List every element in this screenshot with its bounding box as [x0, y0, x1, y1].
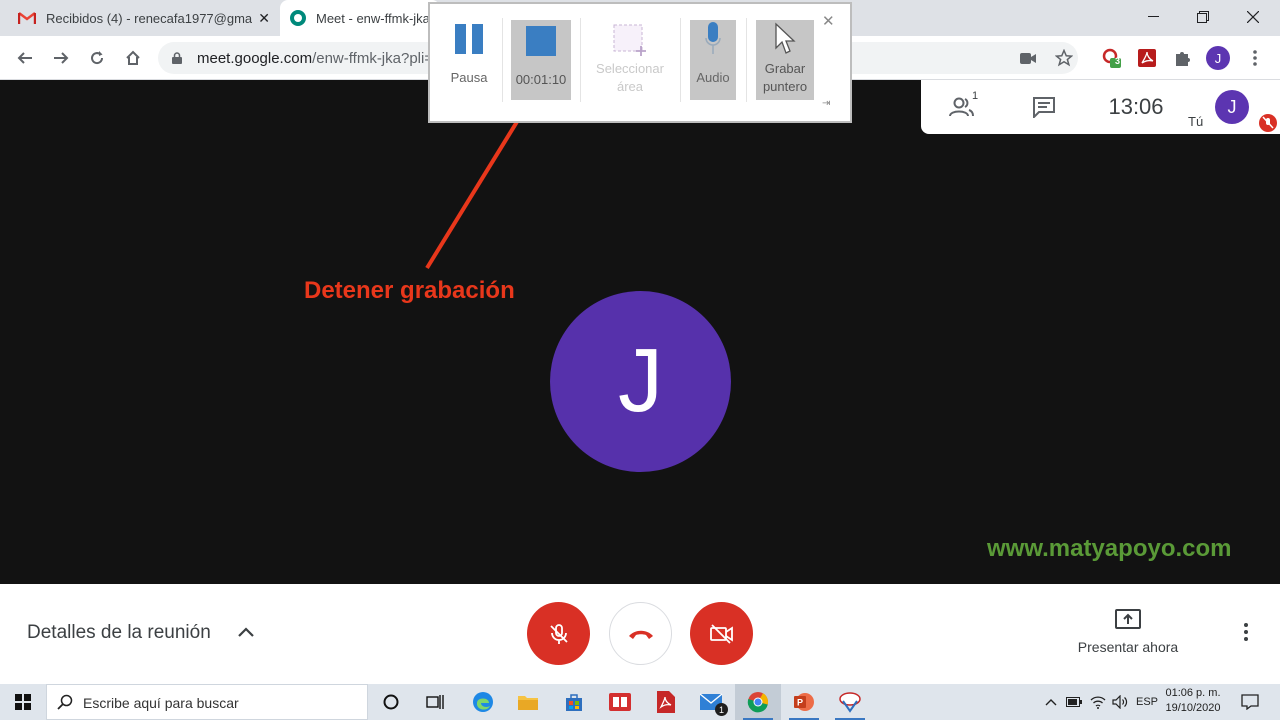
screen-recorder-toolbar: Pausa 00:01:10 Seleccionar área Audio Gra…: [428, 2, 852, 123]
select-area-label: Seleccionar área: [596, 60, 664, 96]
select-area-label-line2: área: [616, 79, 644, 94]
wifi-icon[interactable]: [1087, 684, 1109, 720]
input-language[interactable]: ESP: [1134, 684, 1160, 720]
select-area-icon: [613, 24, 646, 56]
chevron-up-icon[interactable]: [234, 620, 258, 644]
separator: [580, 18, 581, 102]
select-area-label-line1: Seleccionar: [596, 61, 664, 76]
record-pointer-button[interactable]: Grabar puntero: [756, 20, 814, 100]
pdf-app-icon[interactable]: [643, 684, 689, 720]
leave-call-button[interactable]: [609, 602, 672, 665]
pointer-label-line2: puntero: [762, 79, 808, 94]
pin-icon[interactable]: ⇥: [822, 98, 830, 109]
annotation-text: Detener grabación: [304, 277, 515, 304]
svg-text:P: P: [797, 698, 803, 708]
taskbar-search-input[interactable]: Escribe aquí para buscar: [46, 684, 368, 720]
windows-taskbar: Escribe aquí para buscar 1 P ESP 01:06 p…: [0, 684, 1280, 720]
meet-control-bar: Detalles de la reunión Presentar ahora: [0, 584, 1280, 684]
search-icon: [57, 694, 73, 715]
select-area-button[interactable]: Seleccionar área: [590, 20, 670, 100]
hang-up-icon: [628, 630, 653, 639]
edge-browser-icon[interactable]: [460, 684, 506, 720]
more-options-icon[interactable]: [1234, 620, 1258, 644]
toggle-camera-button[interactable]: [690, 602, 753, 665]
battery-icon[interactable]: [1064, 684, 1084, 720]
present-now-button[interactable]: Presentar ahora: [1060, 608, 1196, 655]
recording-timer: 00:01:10: [515, 72, 567, 87]
recorder-close-icon[interactable]: ✕: [822, 12, 835, 30]
volume-icon[interactable]: [1110, 684, 1130, 720]
present-screen-icon: [1115, 609, 1141, 629]
present-now-label: Presentar ahora: [1077, 639, 1179, 655]
cursor-pointer-icon: [775, 22, 796, 54]
separator: [502, 18, 503, 102]
windows-start-icon[interactable]: [0, 684, 46, 720]
task-view-icon[interactable]: [412, 684, 458, 720]
record-pointer-label: Grabar puntero: [763, 60, 807, 96]
stop-icon: [526, 26, 556, 56]
audio-label: Audio: [696, 70, 730, 85]
mail-app-icon[interactable]: 1: [689, 684, 735, 720]
notifications-icon[interactable]: [1236, 684, 1264, 720]
mail-badge: 1: [715, 703, 728, 716]
cortana-icon[interactable]: [368, 684, 414, 720]
separator: [680, 18, 681, 102]
stop-recording-button[interactable]: 00:01:10: [511, 20, 571, 100]
camera-off-icon: [709, 623, 733, 644]
mic-off-icon: [549, 623, 568, 644]
store-icon[interactable]: [551, 684, 597, 720]
powerpoint-app-icon[interactable]: P: [781, 684, 827, 720]
pause-button[interactable]: Pausa: [446, 20, 492, 100]
meeting-details-button[interactable]: Detalles de la reunión: [27, 622, 211, 644]
system-clock[interactable]: 01:06 p. m. 19/10/2020: [1160, 686, 1226, 716]
audio-button[interactable]: Audio: [690, 20, 736, 100]
clock-date: 19/10/2020: [1165, 702, 1221, 714]
file-explorer-icon[interactable]: [505, 684, 551, 720]
pause-icon: [455, 24, 483, 54]
watermark: www.matyapoyo.com: [987, 535, 1232, 562]
microphone-icon: [705, 22, 721, 54]
pause-label: Pausa: [450, 70, 488, 85]
search-placeholder: Escribe aquí para buscar: [83, 695, 239, 711]
reader-app-icon[interactable]: [597, 684, 643, 720]
chrome-app-icon[interactable]: [735, 684, 781, 720]
toggle-microphone-button[interactable]: [527, 602, 590, 665]
pointer-label-line1: Grabar: [764, 61, 806, 76]
show-hidden-icons-chevron-icon[interactable]: [1041, 684, 1061, 720]
separator: [746, 18, 747, 102]
clock-time: 01:06 p. m.: [1165, 687, 1221, 699]
screen-recorder-app-icon[interactable]: [827, 684, 873, 720]
